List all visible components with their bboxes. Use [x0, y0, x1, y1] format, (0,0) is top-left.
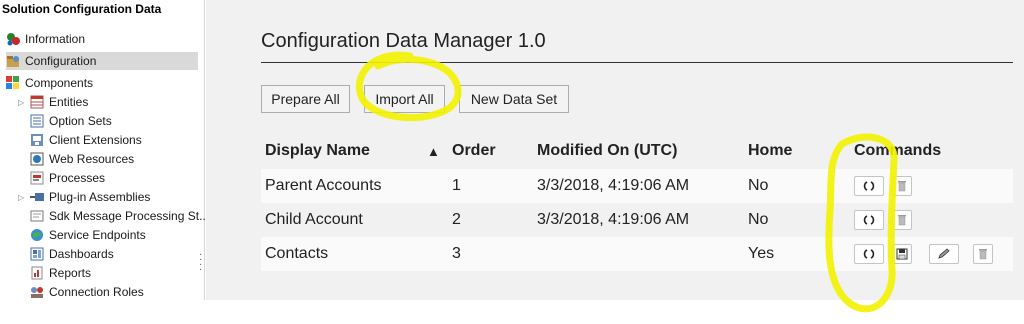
sidebar-item-label: Option Sets [49, 114, 112, 128]
client-extensions-icon [30, 133, 44, 147]
cell-order: 3 [452, 245, 461, 262]
delete-button[interactable] [892, 176, 912, 196]
cell-home: No [748, 177, 769, 194]
sidebar-item-label: Client Extensions [49, 133, 142, 147]
sidebar-item-label: Plug-in Assemblies [49, 190, 151, 204]
sidebar-item-label: Configuration [25, 54, 97, 68]
sdk-message-icon [30, 209, 44, 223]
sidebar-item-reports[interactable]: Reports [30, 264, 91, 282]
refresh-button[interactable] [854, 176, 884, 196]
sidebar-item-label: Service Endpoints [49, 228, 146, 242]
column-header-modified-on[interactable]: Modified On (UTC) [537, 135, 677, 167]
delete-button[interactable] [892, 210, 912, 230]
save-icon [896, 248, 908, 260]
table-row[interactable]: Child Account 2 3/3/2018, 4:19:06 AM No [261, 203, 1013, 237]
cell-home: Yes [748, 245, 775, 262]
column-header-home[interactable]: Home [748, 135, 792, 167]
sidebar-item-service-endpoints[interactable]: Service Endpoints [30, 226, 146, 244]
processes-icon [30, 171, 44, 185]
sidebar-item-dashboards[interactable]: Dashboards [30, 245, 114, 263]
prepare-all-button[interactable]: Prepare All [261, 85, 350, 113]
sidebar-item-information[interactable]: Information [6, 30, 85, 48]
refresh-icon [863, 181, 875, 191]
table-row[interactable]: Contacts 3 Yes [261, 237, 1013, 271]
main-panel: Configuration Data Manager 1.0 Prepare A… [206, 0, 1024, 300]
refresh-button[interactable] [854, 210, 884, 230]
sidebar-item-sdk-message-processing[interactable]: Sdk Message Processing St... [30, 207, 209, 225]
title-divider [261, 62, 1013, 63]
column-header-commands: Commands [854, 142, 942, 159]
sidebar-item-label: Entities [49, 95, 89, 109]
import-all-button[interactable]: Import All [364, 85, 445, 113]
sidebar-item-option-sets[interactable]: Option Sets [30, 112, 112, 130]
reports-icon [30, 266, 44, 280]
pencil-icon [938, 248, 950, 259]
web-resources-icon [30, 152, 44, 166]
option-sets-icon [30, 114, 44, 128]
refresh-icon [863, 215, 875, 225]
components-icon [6, 76, 20, 90]
cell-display-name: Parent Accounts [265, 177, 382, 194]
splitter-grip[interactable]: · · · · [199, 250, 203, 275]
trash-icon [898, 181, 906, 192]
connection-roles-icon [30, 285, 44, 299]
configuration-icon [6, 54, 20, 68]
sidebar-item-label: Information [25, 32, 86, 46]
dashboards-icon [30, 247, 44, 261]
sidebar-item-connection-roles[interactable]: Connection Roles [30, 283, 144, 301]
expand-arrow-icon[interactable]: ▷ [18, 98, 26, 107]
expand-arrow-icon[interactable]: ▷ [18, 193, 26, 202]
sidebar-item-label: Dashboards [49, 247, 114, 261]
cell-home: No [748, 211, 769, 228]
column-header-display-name[interactable]: Display Name [265, 135, 370, 167]
sidebar-item-label: Web Resources [49, 152, 135, 166]
table-row[interactable]: Parent Accounts 1 3/3/2018, 4:19:06 AM N… [261, 169, 1013, 203]
cell-modified-on: 3/3/2018, 4:19:06 AM [537, 177, 690, 194]
refresh-button[interactable] [854, 244, 884, 264]
sidebar-item-label: Connection Roles [49, 285, 144, 299]
sidebar-item-components[interactable]: Components [6, 74, 93, 92]
cell-order: 1 [452, 177, 461, 194]
save-button[interactable] [892, 244, 912, 264]
solution-sidebar: Solution Configuration Data Information … [0, 0, 209, 301]
new-data-set-button[interactable]: New Data Set [459, 85, 569, 113]
cell-display-name: Contacts [265, 245, 329, 262]
sidebar-title: Solution Configuration Data [2, 2, 162, 16]
page-title: Configuration Data Manager 1.0 [261, 30, 546, 52]
column-header-order[interactable]: Order [452, 135, 496, 167]
refresh-icon [863, 249, 875, 259]
delete-button[interactable] [973, 244, 993, 264]
sidebar-item-configuration[interactable]: Configuration [6, 52, 198, 70]
sidebar-item-entities[interactable]: ▷ Entities [18, 93, 88, 111]
trash-icon [898, 215, 906, 226]
sidebar-item-label: Sdk Message Processing St... [49, 209, 210, 223]
sidebar-item-client-extensions[interactable]: Client Extensions [30, 131, 142, 149]
sidebar-item-web-resources[interactable]: Web Resources [30, 150, 134, 168]
service-endpoints-icon [30, 228, 44, 242]
cell-display-name: Child Account [265, 211, 363, 228]
sidebar-item-label: Components [25, 76, 94, 90]
sidebar-item-plugin-assemblies[interactable]: ▷ Plug-in Assemblies [18, 188, 150, 206]
cell-modified-on: 3/3/2018, 4:19:06 AM [537, 211, 690, 228]
sidebar-item-label: Reports [49, 266, 92, 280]
plugin-assemblies-icon [30, 190, 44, 204]
sort-ascending-icon[interactable]: ▲ [427, 135, 440, 167]
information-icon [6, 32, 20, 46]
edit-button[interactable] [929, 244, 959, 264]
trash-icon [979, 249, 987, 260]
sidebar-item-label: Processes [49, 171, 106, 185]
cell-order: 2 [452, 211, 461, 228]
entities-icon [30, 95, 44, 109]
sidebar-item-processes[interactable]: Processes [30, 169, 105, 187]
